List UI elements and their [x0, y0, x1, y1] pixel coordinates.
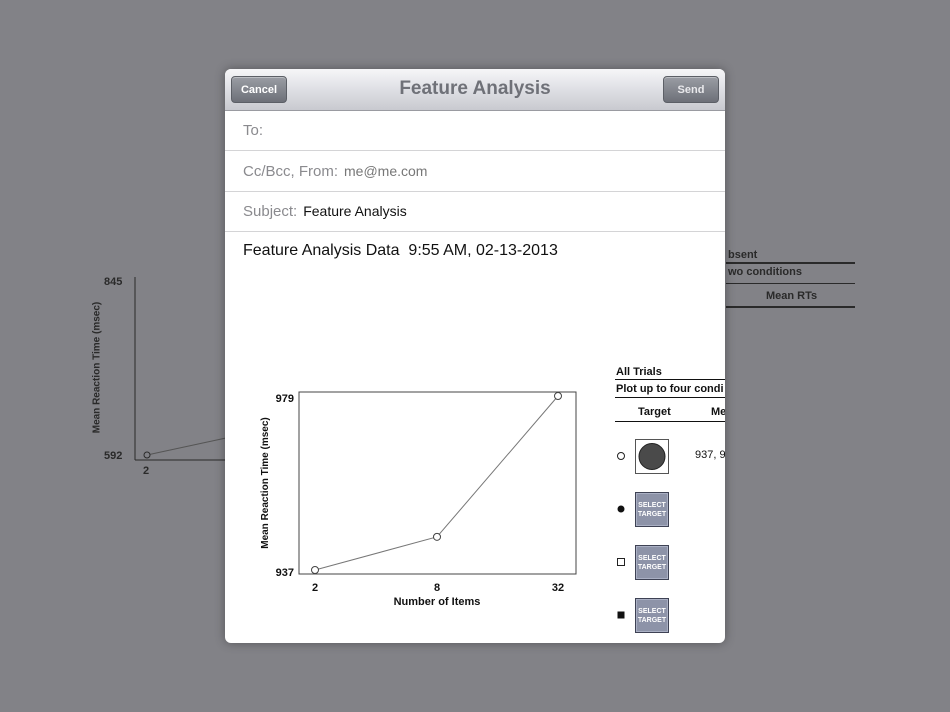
- target-word: TARGET: [637, 563, 667, 571]
- select-word: SELECT: [638, 607, 666, 615]
- ccbcc-from-field[interactable]: Cc/Bcc, From: me@me.com: [225, 151, 725, 192]
- open-circle-icon: [617, 452, 625, 460]
- select-target-label-4: SELECT TARGET: [638, 607, 666, 625]
- bg-panel-line1: bsent: [728, 249, 758, 261]
- bg-panel-line2: wo conditions: [728, 266, 802, 278]
- y-axis-label: Mean Reaction Time (msec): [260, 417, 271, 549]
- filled-circle-icon: [617, 505, 625, 513]
- x-axis-label: Number of Items: [394, 596, 481, 608]
- results-header: All Trials: [616, 366, 662, 378]
- open-square-icon: [617, 558, 625, 566]
- data-point: [433, 532, 441, 541]
- to-label: To:: [243, 121, 264, 139]
- x-tick-label: 2: [312, 582, 318, 594]
- mail-compose-sheet: Cancel Feature Analysis Send To: Cc/Bcc,…: [225, 69, 725, 643]
- col-target-header: Target: [638, 406, 671, 418]
- bg-panel-rule3: [726, 306, 855, 308]
- ccbcc-from-label: Cc/Bcc, From:: [243, 162, 339, 180]
- bg-panel-rule1: [726, 262, 855, 264]
- plot-frame: [298, 391, 577, 575]
- bg-chart-series-line: [146, 437, 227, 456]
- select-target-label-2: SELECT TARGET: [638, 501, 666, 519]
- results-rule1: [615, 379, 725, 380]
- select-target-button-3[interactable]: SELECT TARGET: [635, 545, 669, 580]
- x-tick-label: 32: [552, 582, 564, 594]
- row1-mean-value: 937, 9: [695, 449, 725, 461]
- bg-chart-point: [143, 451, 151, 459]
- target-word: TARGET: [637, 510, 667, 518]
- y-tick-top: 979: [276, 393, 294, 405]
- select-word: SELECT: [638, 554, 666, 562]
- compose-navbar: Cancel Feature Analysis Send: [225, 69, 725, 111]
- bg-panel-rule2: [726, 283, 855, 284]
- bg-y-tick-top: 845: [104, 276, 123, 288]
- bg-panel-line3: Mean RTs: [766, 290, 818, 302]
- target-word: TARGET: [637, 616, 667, 624]
- select-target-button-4[interactable]: SELECT TARGET: [635, 598, 669, 633]
- to-field[interactable]: To:: [225, 110, 725, 151]
- subject-label: Subject:: [243, 202, 298, 220]
- select-target-label-3: SELECT TARGET: [638, 554, 666, 572]
- results-rule2: [615, 397, 725, 398]
- compose-title: Feature Analysis: [399, 78, 551, 99]
- data-point: [554, 392, 562, 400]
- dark-disc-icon: [638, 443, 666, 470]
- reaction-time-chart: 979 937 Mean Reaction Time (msec) Number…: [260, 391, 577, 608]
- select-target-button-2[interactable]: SELECT TARGET: [635, 492, 669, 527]
- send-button[interactable]: Send: [663, 76, 719, 103]
- results-rule3: [615, 421, 725, 422]
- col-mean-header: Me: [711, 406, 725, 418]
- subject-input[interactable]: Feature Analysis: [303, 203, 407, 219]
- x-tick-label: 8: [434, 582, 440, 594]
- bg-y-axis-label: Mean Reaction Time (msec): [91, 301, 103, 434]
- select-word: SELECT: [638, 501, 666, 509]
- results-subheader: Plot up to four condi: [616, 383, 724, 395]
- y-tick-bottom: 937: [276, 567, 294, 579]
- bg-x-tick-first: 2: [143, 465, 150, 477]
- target-thumbnail[interactable]: [635, 439, 669, 474]
- message-body-text[interactable]: Feature Analysis Data 9:55 AM, 02-13-201…: [243, 242, 558, 260]
- data-point: [311, 566, 319, 574]
- bg-y-tick-bottom: 592: [104, 450, 123, 462]
- subject-field[interactable]: Subject: Feature Analysis: [225, 191, 725, 232]
- filled-square-icon: [617, 611, 625, 619]
- from-value[interactable]: me@me.com: [344, 163, 427, 179]
